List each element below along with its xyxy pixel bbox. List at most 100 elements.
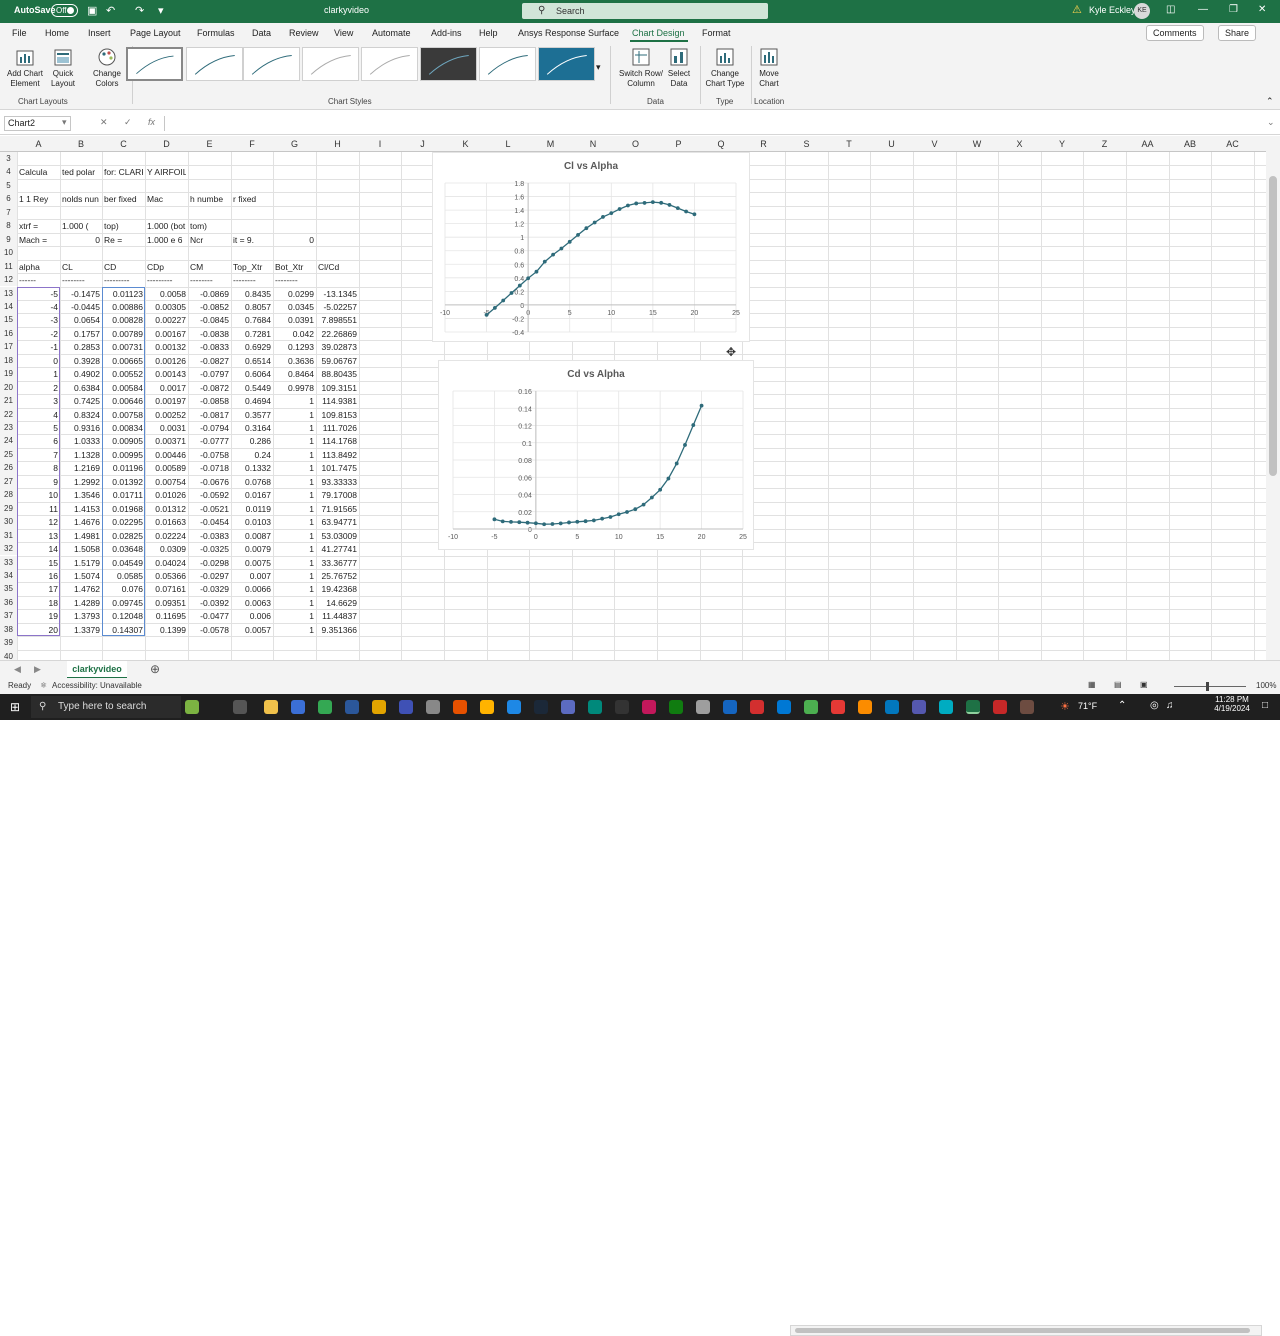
cell-D25[interactable]: 0.00446 xyxy=(147,450,186,460)
cell-E31[interactable]: -0.0383 xyxy=(190,531,229,541)
tray-chevron-icon[interactable]: ⌃ xyxy=(1118,700,1126,711)
file-name[interactable]: clarkyvideo xyxy=(324,5,369,15)
cell-D32[interactable]: 0.0309 xyxy=(147,544,186,554)
styles-scroll-icon[interactable]: ▾ xyxy=(596,62,601,73)
cell-E11[interactable]: CM xyxy=(190,262,229,272)
row-header-19[interactable]: 19 xyxy=(0,367,17,381)
column-header-Q[interactable]: Q xyxy=(700,139,742,149)
formula-input[interactable] xyxy=(164,116,1274,131)
cell-G23[interactable]: 1 xyxy=(275,423,314,433)
cell-D38[interactable]: 0.1399 xyxy=(147,625,186,635)
column-header-Z[interactable]: Z xyxy=(1083,139,1126,149)
row-header-22[interactable]: 22 xyxy=(0,407,17,421)
row-header-33[interactable]: 33 xyxy=(0,555,17,569)
cell-F15[interactable]: 0.7684 xyxy=(233,315,271,325)
cell-H32[interactable]: 41.27741 xyxy=(318,544,357,554)
terminal-icon[interactable] xyxy=(615,700,629,714)
move-chart-button[interactable]: Move Chart xyxy=(754,47,784,89)
chart-style-4[interactable] xyxy=(302,47,359,81)
cell-G31[interactable]: 1 xyxy=(275,531,314,541)
row-header-25[interactable]: 25 xyxy=(0,447,17,462)
cell-E8[interactable]: tom) xyxy=(190,221,229,231)
cell-E17[interactable]: -0.0833 xyxy=(190,342,229,352)
wifi-icon[interactable]: ◎ xyxy=(1150,700,1159,711)
row-header-28[interactable]: 28 xyxy=(0,488,17,502)
column-header-A[interactable]: A xyxy=(17,139,60,149)
cell-D34[interactable]: 0.05366 xyxy=(147,571,186,581)
cell-E19[interactable]: -0.0797 xyxy=(190,369,229,379)
cell-D18[interactable]: 0.00126 xyxy=(147,356,186,366)
cell-H11[interactable]: Cl/Cd xyxy=(318,262,357,272)
cell-F19[interactable]: 0.6064 xyxy=(233,369,271,379)
cell-B29[interactable]: 1.4153 xyxy=(62,504,100,514)
cell-C6[interactable]: ber fixed xyxy=(104,194,143,204)
app-icon-22[interactable] xyxy=(858,700,872,714)
cell-G11[interactable]: Bot_Xtr xyxy=(275,262,314,272)
row-header-21[interactable]: 21 xyxy=(0,394,17,408)
cell-F26[interactable]: 0.1332 xyxy=(233,463,271,473)
weather-temp[interactable]: 71°F xyxy=(1078,701,1097,711)
row-header-39[interactable]: 39 xyxy=(0,636,17,650)
cell-H35[interactable]: 19.42368 xyxy=(318,584,357,594)
row-header-12[interactable]: 12 xyxy=(0,273,17,287)
cell-B35[interactable]: 1.4762 xyxy=(62,584,100,594)
cell-E25[interactable]: -0.0758 xyxy=(190,450,229,460)
cell-E15[interactable]: -0.0845 xyxy=(190,315,229,325)
word-icon[interactable] xyxy=(345,700,359,714)
redo-icon[interactable]: ↷ xyxy=(135,4,144,17)
column-header-D[interactable]: D xyxy=(145,139,188,149)
ribbon-display-icon[interactable]: ◫ xyxy=(1166,4,1175,15)
vscode-icon[interactable] xyxy=(507,700,521,714)
cell-F24[interactable]: 0.286 xyxy=(233,436,271,446)
cell-G28[interactable]: 1 xyxy=(275,490,314,500)
row-header-16[interactable]: 16 xyxy=(0,326,17,341)
cell-A8[interactable]: xtrf = xyxy=(19,221,58,231)
cell-F14[interactable]: 0.8057 xyxy=(233,302,271,312)
cell-D37[interactable]: 0.11695 xyxy=(147,611,186,621)
windows-start-icon[interactable]: ⊞ xyxy=(10,700,20,714)
cell-D19[interactable]: 0.00143 xyxy=(147,369,186,379)
cell-H31[interactable]: 53.03009 xyxy=(318,531,357,541)
column-header-F[interactable]: F xyxy=(231,139,273,149)
column-header-O[interactable]: O xyxy=(614,139,657,149)
column-header-C[interactable]: C xyxy=(102,139,145,149)
cell-B26[interactable]: 1.2169 xyxy=(62,463,100,473)
column-header-V[interactable]: V xyxy=(913,139,956,149)
cell-E35[interactable]: -0.0329 xyxy=(190,584,229,594)
cell-C11[interactable]: CD xyxy=(104,262,143,272)
cell-C8[interactable]: top) xyxy=(104,221,143,231)
cell-D30[interactable]: 0.01663 xyxy=(147,517,186,527)
undo-icon[interactable]: ↶ xyxy=(106,4,115,17)
cell-D8[interactable]: 1.000 (bot xyxy=(147,221,186,231)
cell-H36[interactable]: 14.6629 xyxy=(318,598,357,608)
cell-F37[interactable]: 0.006 xyxy=(233,611,271,621)
cell-B4[interactable]: ted polar xyxy=(62,167,100,177)
app-icon-6[interactable] xyxy=(426,700,440,714)
app-icon-21[interactable] xyxy=(831,700,845,714)
cell-D24[interactable]: 0.00371 xyxy=(147,436,186,446)
app-icon-8[interactable] xyxy=(480,700,494,714)
cell-G15[interactable]: 0.0391 xyxy=(275,315,314,325)
cell-E30[interactable]: -0.0454 xyxy=(190,517,229,527)
cell-H20[interactable]: 109.3151 xyxy=(318,383,357,393)
weather-icon[interactable]: ☀ xyxy=(1060,700,1070,713)
column-header-W[interactable]: W xyxy=(956,139,998,149)
cell-E32[interactable]: -0.0325 xyxy=(190,544,229,554)
app-icon-27[interactable] xyxy=(993,700,1007,714)
cell-F38[interactable]: 0.0057 xyxy=(233,625,271,635)
save-icon[interactable]: ▣ xyxy=(87,4,97,17)
tab-help[interactable]: Help xyxy=(479,28,498,38)
app-icon-19[interactable] xyxy=(777,700,791,714)
row-header-3[interactable]: 3 xyxy=(0,152,17,166)
app-icon-5[interactable] xyxy=(399,700,413,714)
cell-E6[interactable]: h numbe xyxy=(190,194,229,204)
chart-style-8[interactable] xyxy=(538,47,595,81)
next-sheet-icon[interactable]: ▶ xyxy=(34,664,41,675)
select-data-button[interactable]: Select Data xyxy=(664,47,694,89)
app-icon-14[interactable] xyxy=(642,700,656,714)
cell-B27[interactable]: 1.2992 xyxy=(62,477,100,487)
cell-F11[interactable]: Top_Xtr xyxy=(233,262,271,272)
cell-B19[interactable]: 0.4902 xyxy=(62,369,100,379)
row-header-6[interactable]: 6 xyxy=(0,192,17,206)
cell-D21[interactable]: 0.00197 xyxy=(147,396,186,406)
